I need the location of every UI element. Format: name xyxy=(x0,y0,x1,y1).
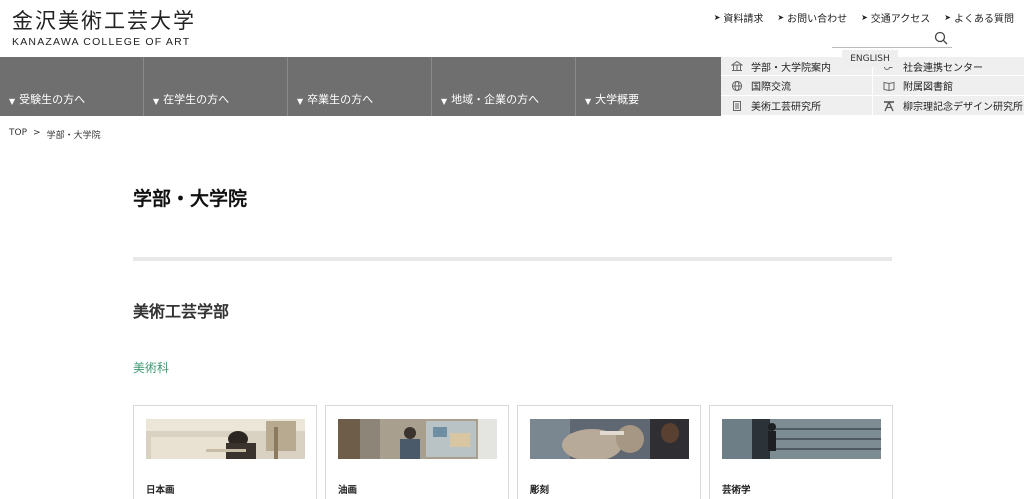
nav-item-label: 卒業生の方へ xyxy=(307,93,374,106)
nav-item-community-business[interactable]: ▼ 地域・企業の方へ xyxy=(432,57,576,116)
utility-links: ➤ 資料請求 ➤ お問い合わせ ➤ 交通アクセス ➤ よくある質問 xyxy=(714,10,1014,25)
page-title: 学部・大学院 xyxy=(133,188,248,210)
oil-painting-photo xyxy=(338,419,497,459)
sub-nav-label: 柳宗理記念デザイン研究所 xyxy=(903,102,1023,113)
util-link-label: よくある質問 xyxy=(954,14,1014,25)
util-link-label: お問い合わせ xyxy=(787,14,848,25)
course-card-label: 油画 xyxy=(338,485,358,496)
util-link-access[interactable]: ➤ 交通アクセス xyxy=(861,10,930,25)
nav-item-label: 地域・企業の方へ xyxy=(451,93,540,106)
sub-nav-label: 国際交流 xyxy=(751,82,791,93)
nav-item-alumni[interactable]: ▼ 卒業生の方へ xyxy=(288,57,432,116)
triangle-down-icon: ▼ xyxy=(153,97,160,106)
sculpture-photo xyxy=(530,419,689,459)
course-card-oil-painting[interactable]: 油画 xyxy=(325,405,509,499)
sub-nav-design-institute[interactable]: 柳宗理記念デザイン研究所 xyxy=(873,96,1024,116)
course-card-sculpture[interactable]: 彫刻 xyxy=(517,405,701,499)
course-card-art-studies[interactable]: 芸術学 xyxy=(709,405,893,499)
search-input[interactable] xyxy=(832,30,932,47)
arrow-right-icon: ➤ xyxy=(777,13,785,22)
section-title: 美術工芸学部 xyxy=(133,302,230,321)
easel-icon xyxy=(884,100,894,111)
nav-item-label: 在学生の方へ xyxy=(163,93,230,106)
search-icon[interactable] xyxy=(934,31,948,45)
art-studies-photo xyxy=(722,419,881,459)
book-icon xyxy=(883,81,895,91)
nav-item-label: 受験生の方へ xyxy=(19,93,86,106)
nav-item-about[interactable]: ▼ 大学概要 xyxy=(576,57,721,116)
util-link-faq[interactable]: ➤ よくある質問 xyxy=(944,10,1014,25)
sub-nav-international[interactable]: 国際交流 xyxy=(721,76,873,96)
arrow-right-icon: ➤ xyxy=(944,13,951,22)
sub-nav-label: 附属図書館 xyxy=(903,82,953,93)
nav-item-prospective-students[interactable]: ▼ 受験生の方へ xyxy=(0,57,144,116)
util-link-request-materials[interactable]: ➤ 資料請求 xyxy=(714,10,764,25)
arrow-right-icon: ➤ xyxy=(861,13,868,22)
sub-nav-label: 美術工芸研究所 xyxy=(751,102,821,113)
sub-nav-library[interactable]: 附属図書館 xyxy=(873,76,1024,96)
breadcrumb-home[interactable]: TOP xyxy=(9,128,27,141)
course-cards: 日本画 油画 彫刻 芸術学 xyxy=(133,405,893,499)
course-card-japanese-painting[interactable]: 日本画 xyxy=(133,405,317,499)
triangle-down-icon: ▼ xyxy=(9,97,16,106)
triangle-down-icon: ▼ xyxy=(585,97,592,106)
main-nav: ▼ 受験生の方へ ▼ 在学生の方へ ▼ 卒業生の方へ ▼ 地域・企業の方へ ▼ 大学概要 xyxy=(0,57,721,116)
breadcrumb-separator: > xyxy=(33,128,41,138)
course-card-label: 彫刻 xyxy=(530,485,550,496)
util-link-label: 資料請求 xyxy=(723,14,764,25)
logo-japanese: 金沢美術工芸大学 xyxy=(12,9,196,33)
arrow-right-icon: ➤ xyxy=(713,13,721,22)
building-icon xyxy=(731,60,743,71)
triangle-down-icon: ▼ xyxy=(441,97,448,106)
english-button[interactable]: ENGLISH xyxy=(842,50,898,67)
logo-english: KANAZAWA COLLEGE OF ART xyxy=(12,36,191,48)
globe-icon xyxy=(731,80,743,91)
search-box xyxy=(832,30,952,48)
sub-nav-label: 学部・大学院案内 xyxy=(751,62,831,74)
util-link-contact[interactable]: ➤ お問い合わせ xyxy=(777,10,847,25)
breadcrumb-current: 学部・大学院 xyxy=(46,131,101,141)
sub-nav-label: 社会連携センター xyxy=(903,62,983,74)
course-card-label: 芸術学 xyxy=(722,485,751,496)
section-divider xyxy=(133,257,892,261)
breadcrumb: TOP > 学部・大学院 xyxy=(9,128,101,141)
sub-nav-research-institute[interactable]: 美術工芸研究所 xyxy=(721,96,873,116)
course-card-label: 日本画 xyxy=(146,485,175,496)
department-title[interactable]: 美術科 xyxy=(133,359,169,376)
nav-item-label: 大学概要 xyxy=(595,93,640,106)
site-logo[interactable]: 金沢美術工芸大学 KANAZAWA COLLEGE OF ART xyxy=(12,9,196,48)
nav-item-current-students[interactable]: ▼ 在学生の方へ xyxy=(144,57,288,116)
document-icon xyxy=(733,100,741,111)
util-link-label: 交通アクセス xyxy=(870,14,931,25)
japanese-painting-photo xyxy=(146,419,305,459)
triangle-down-icon: ▼ xyxy=(297,97,304,106)
